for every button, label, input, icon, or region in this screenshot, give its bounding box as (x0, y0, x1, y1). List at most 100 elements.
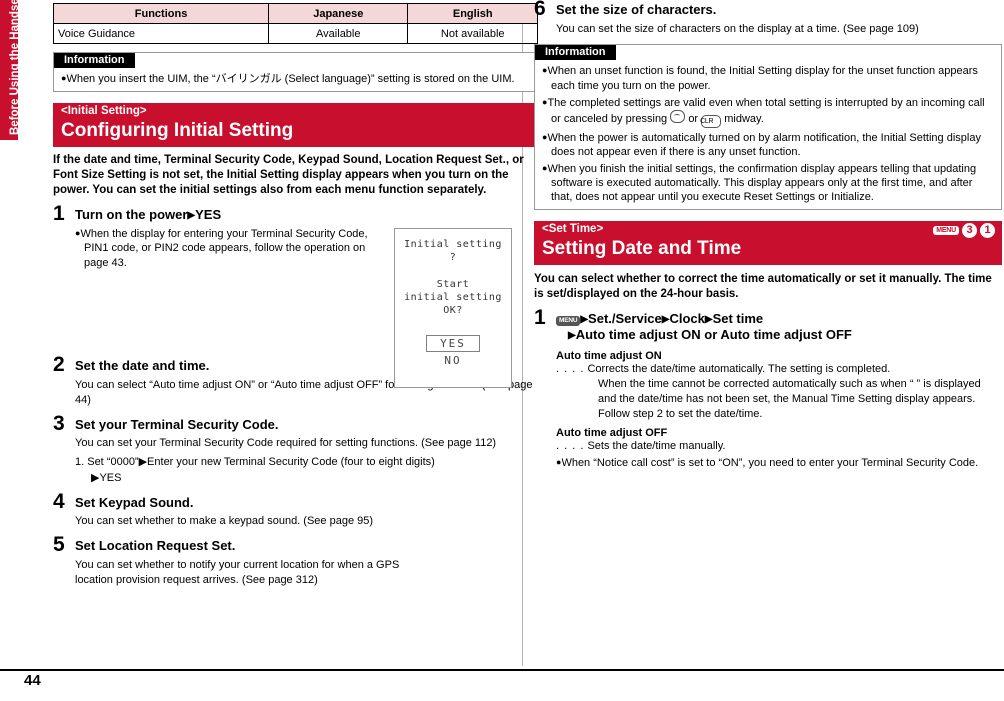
arrow-icon: ▶ (568, 329, 576, 341)
menu-key-icon: MENU (556, 316, 581, 326)
right-step-1-title-line2: ▶Auto time adjust ON or Auto time adjust… (556, 327, 1002, 343)
section-title: Setting Date and Time (542, 237, 742, 259)
table-cell-english: Not available (407, 23, 538, 44)
right-column: 6 Set the size of characters. You can se… (534, 0, 1002, 471)
step-2-number: 2 (53, 353, 65, 377)
table-cell-japanese: Available (268, 23, 409, 44)
definition-cont-auto-on: When the time cannot be corrected automa… (556, 377, 1002, 422)
phone-line-4: initial setting (404, 292, 502, 303)
information-box-right: Information ●When an unset function is f… (534, 44, 1002, 211)
step-1-number: 1 (53, 202, 65, 226)
phone-line-3: Start (436, 279, 470, 290)
arrow-icon: ▶ (187, 210, 196, 222)
information-item: ●When you insert the UIM, the “バイリンガル (S… (61, 72, 530, 86)
definition-cont-text: When the time cannot be corrected automa… (598, 378, 981, 420)
right-step-1-bullet-text: When “Notice call cost” is set to “ON”, … (561, 457, 979, 470)
phone-screen: Initial setting ? Start initial setting … (403, 235, 503, 383)
side-tab: Before Using the Handset (0, 0, 21, 140)
step-5-body: You can set whether to notify your curre… (75, 558, 400, 586)
information-item-text-mid2: or (688, 112, 699, 125)
information-item-text: When you insert the UIM, the “バイリンガル (Se… (66, 73, 515, 85)
page-root: Before Using the Handset 44 Functions Ja… (0, 0, 1004, 701)
left-column: Functions Japanese English Voice Guidanc… (24, 0, 538, 588)
definition-term-auto-on: Auto time adjust ON (556, 350, 662, 363)
section-title: Configuring Initial Setting (61, 119, 294, 141)
information-title: Information (535, 45, 616, 61)
call-key-icon (670, 109, 686, 123)
step-5-number: 5 (53, 533, 65, 557)
step-3-substep-1: 1. Set “0000”▶Enter your new Terminal Se… (75, 455, 538, 470)
step-3-body: You can set your Terminal Security Code … (75, 437, 497, 450)
side-rule (0, 140, 19, 670)
step-3-number: 3 (53, 411, 65, 435)
step-4-title: Set Keypad Sound. (75, 494, 194, 510)
step-4: 4 Set Keypad Sound. You can set whether … (53, 491, 538, 529)
table-cell-function: Voice Guidance (52, 23, 270, 44)
information-item-text: When the power is automatically turned o… (547, 131, 981, 158)
phone-no-option: NO (444, 354, 462, 367)
step-6: 6 Set the size of characters. You can se… (534, 0, 1002, 36)
table-header-english: English (407, 3, 538, 24)
step-4-number: 4 (53, 489, 65, 513)
intro-paragraph: If the date and time, Terminal Security … (53, 153, 524, 197)
phone-yes-option: YES (426, 335, 480, 352)
right-step-1-settime: Set time (712, 311, 764, 327)
information-item-text: When an unset function is found, the Ini… (547, 65, 978, 92)
section-header-set-time: <Set Time> Setting Date and Time MENU 3 … (534, 221, 1002, 265)
information-title: Information (54, 53, 135, 68)
phone-line-2: ? (449, 252, 457, 263)
section-key-shortcuts: MENU 3 1 (933, 223, 995, 239)
information-item-text-pre: The completed settings are valid even wh… (547, 96, 966, 109)
arrow-icon: ▶ (704, 314, 713, 326)
functions-table: Functions Japanese English Voice Guidanc… (52, 3, 538, 44)
section-subtitle: <Initial Setting> (61, 105, 147, 118)
right-step-1-number: 1 (534, 306, 546, 330)
page-number: 44 (24, 672, 41, 689)
menu-key-icon: MENU (933, 226, 959, 236)
step-3: 3 Set your Terminal Security Code. You c… (53, 413, 538, 486)
definition-text-auto-off: Sets the date/time manually. (587, 439, 726, 452)
step-6-number: 6 (534, 0, 546, 20)
phone-yes-no: YES NO (426, 335, 480, 367)
right-step-1: 1 MENU ▶Set./Service▶Clock▶Set time ▶Auto… (534, 307, 1002, 471)
phone-screenshot-initial-setting: Initial setting ? Start initial setting … (394, 228, 512, 388)
definition-lead-dots: . . . . (556, 363, 585, 376)
step-6-body: You can set the size of characters on th… (556, 22, 919, 35)
table-header-japanese: Japanese (268, 3, 409, 24)
step-5: 5 Set Location Request Set. You can set … (53, 534, 538, 587)
section-subtitle: <Set Time> (542, 223, 604, 236)
right-step-1-bullet: ●When “Notice call cost” is set to “ON”,… (556, 456, 1002, 471)
table-row: Voice Guidance Available Not available (52, 23, 538, 44)
right-step-1-service: Set./Service (588, 311, 662, 327)
information-item: ●When you finish the initial settings, t… (542, 162, 994, 204)
table-header-row: Functions Japanese English (52, 3, 538, 24)
right-intro-paragraph: You can select whether to correct the ti… (534, 272, 992, 300)
arrow-icon: ▶ (580, 314, 589, 326)
information-body: ●When you insert the UIM, the “バイリンガル (S… (54, 68, 537, 91)
step-1-bullet: ●When the display for entering your Term… (75, 227, 384, 271)
phone-line-5: OK? (443, 305, 463, 316)
right-step-1-clock: Clock (669, 311, 705, 327)
definition-body-auto-off: . . . . Sets the date/time manually. (556, 439, 1002, 454)
step-3-substep-2: ▶YES (75, 471, 538, 486)
right-step-1-title: MENU ▶Set./Service▶Clock▶Set time (556, 311, 1002, 327)
definition-lead-dots: . . . . (556, 439, 585, 452)
phone-line-1: Initial setting (404, 239, 502, 250)
definition-text-auto-on: Corrects the date/time automatically. Th… (587, 363, 891, 376)
step-3-title: Set your Terminal Security Code. (75, 416, 279, 432)
clr-key-icon: CLR (700, 114, 722, 128)
information-item: ●When the power is automatically turned … (542, 131, 994, 159)
bottom-rule (0, 669, 1004, 671)
key-3-icon: 3 (962, 223, 977, 239)
information-item: ●The completed settings are valid even w… (542, 96, 994, 128)
table-header-functions: Functions (52, 3, 270, 24)
right-step-1-options: Auto time adjust ON or Auto time adjust … (575, 326, 852, 342)
step-3-substep-2-text: ▶YES (91, 471, 122, 484)
step-3-substep-1-text: 1. Set “0000”▶Enter your new Terminal Se… (75, 456, 435, 469)
definition-body-auto-on: . . . . Corrects the date/time automatic… (556, 362, 1002, 377)
side-tab-label: Before Using the Handset (9, 0, 21, 135)
step-4-body: You can set whether to make a keypad sou… (75, 515, 374, 528)
step-1-title-main: Turn on the power (75, 207, 188, 223)
section-header-initial-setting: <Initial Setting> Configuring Initial Se… (53, 103, 538, 147)
information-item: ●When an unset function is found, the In… (542, 64, 994, 92)
